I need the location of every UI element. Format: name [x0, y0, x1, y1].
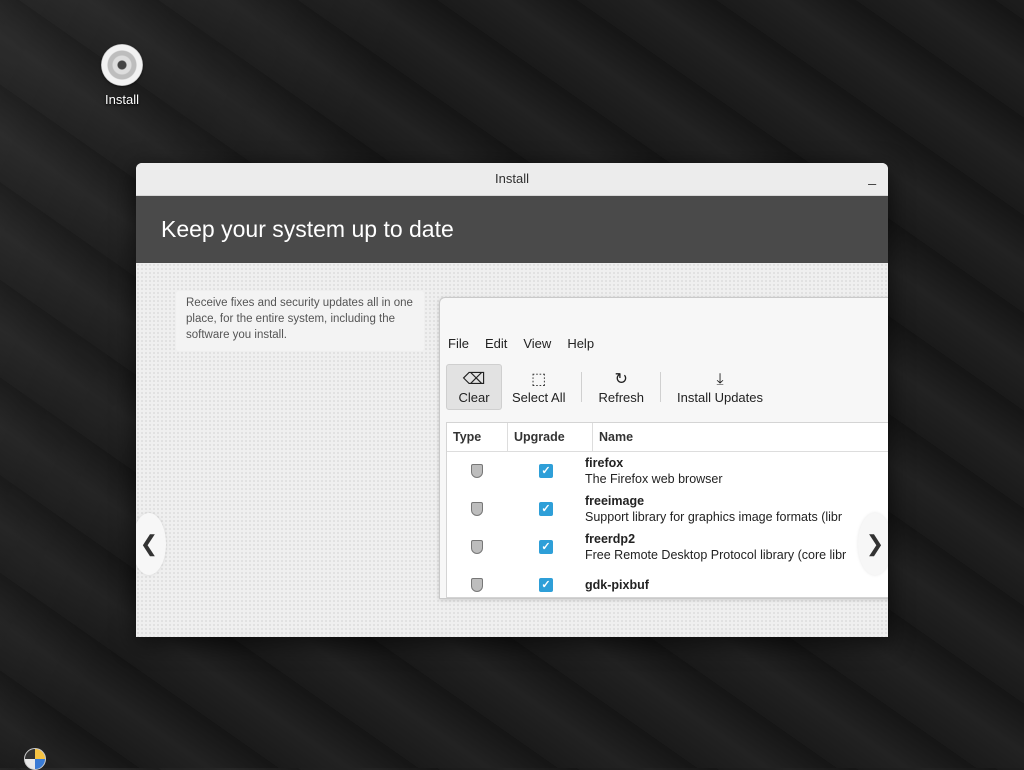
next-slide-button[interactable]: ❯ — [858, 513, 888, 575]
select-all-label: Select All — [512, 389, 566, 405]
installer-window: Install _ Keep your system up to date Re… — [136, 163, 888, 637]
clear-button: ⌫ Clear — [446, 364, 502, 410]
slide-banner: Keep your system up to date — [136, 196, 888, 264]
shield-icon — [471, 502, 483, 516]
previous-slide-button[interactable]: ❮ — [136, 513, 166, 575]
menu-launcher-icon[interactable] — [24, 748, 46, 770]
column-upgrade: Upgrade — [508, 423, 593, 451]
shield-icon — [471, 578, 483, 592]
checkbox-checked-icon: ✓ — [539, 464, 553, 478]
package-name: freerdp2 — [585, 532, 636, 546]
slide-content: Receive fixes and security updates all i… — [136, 263, 888, 637]
table-row: ✓ gdk-pixbuf — [447, 566, 888, 598]
package-name: freeimage — [585, 494, 645, 508]
clear-label: Clear — [458, 389, 490, 405]
package-name: firefox — [585, 456, 624, 470]
checkbox-checked-icon: ✓ — [539, 502, 553, 516]
toolbar-separator — [660, 372, 662, 402]
toolbar: ⌫ Clear ⬚ Select All ↻ Refresh ⤓ Install… — [446, 364, 888, 410]
disc-icon — [101, 44, 143, 86]
install-updates-label: Install Updates — [677, 389, 764, 405]
desktop-icon-label: Install — [105, 92, 139, 107]
checkbox-checked-icon: ✓ — [539, 578, 553, 592]
select-all-button: ⬚ Select All — [502, 364, 575, 410]
shield-icon — [471, 540, 483, 554]
menu-view: View — [523, 336, 552, 351]
menubar: File Edit View Help — [448, 336, 610, 351]
download-icon: ⤓ — [716, 370, 724, 388]
toolbar-separator — [581, 372, 583, 402]
install-updates-button: ⤓ Install Updates — [667, 364, 773, 410]
checkbox-checked-icon: ✓ — [539, 540, 553, 554]
table-header: Type Upgrade Name — [447, 423, 888, 452]
table-row: ✓ freeimage Support library for graphics… — [447, 490, 888, 528]
update-manager-screenshot: File Edit View Help ⌫ Clear ⬚ Select All… — [439, 297, 888, 599]
desktop-install-icon[interactable]: Install — [92, 44, 152, 107]
backspace-icon: ⌫ — [462, 370, 486, 388]
menu-edit: Edit — [484, 336, 508, 351]
table-row: ✓ freerdp2 Free Remote Desktop Protocol … — [447, 528, 888, 566]
package-name: gdk-pixbuf — [585, 578, 649, 592]
window-title: Install — [495, 171, 529, 186]
shield-icon — [471, 464, 483, 478]
menu-help: Help — [567, 336, 595, 351]
titlebar: Install _ — [136, 163, 888, 196]
column-type: Type — [447, 423, 508, 451]
package-description: The Firefox web browser — [585, 472, 723, 486]
slide-description: Receive fixes and security updates all i… — [176, 291, 424, 351]
refresh-icon: ↻ — [614, 370, 628, 388]
menu-file: File — [448, 336, 469, 351]
refresh-button: ↻ Refresh — [588, 364, 654, 410]
select-all-icon: ⬚ — [531, 370, 547, 388]
package-description: Support library for graphics image forma… — [585, 510, 843, 524]
package-description: Free Remote Desktop Protocol library (co… — [585, 548, 847, 562]
column-name: Name — [593, 423, 888, 451]
slide-title: Keep your system up to date — [161, 216, 454, 242]
minimize-button[interactable]: _ — [868, 169, 876, 185]
updates-table: Type Upgrade Name ✓ firefox The Firefox … — [446, 422, 888, 598]
refresh-label: Refresh — [598, 389, 645, 405]
table-row: ✓ firefox The Firefox web browser — [447, 452, 888, 490]
